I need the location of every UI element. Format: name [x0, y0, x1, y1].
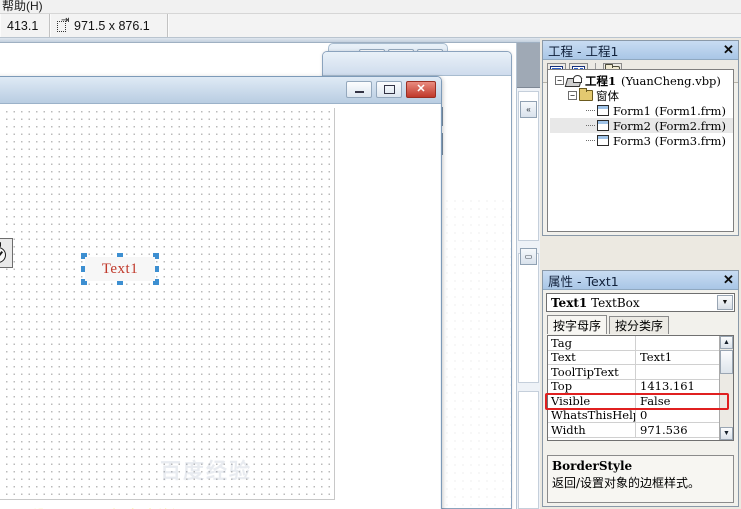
tab-alphabetic[interactable]: 按字母序 — [547, 315, 608, 334]
tree-line — [586, 110, 595, 111]
object-selector-combo[interactable]: Text1 TextBox ▼ — [546, 293, 735, 312]
form-icon — [597, 105, 609, 116]
properties-panel: 属性 - Text1 ✕ Text1 TextBox ▼ 按字母序 按分类序 T… — [542, 270, 739, 507]
close-icon[interactable]: ✕ — [721, 42, 736, 58]
form-designer-titlebar[interactable]: ✕ — [0, 77, 441, 104]
tree-item-form3[interactable]: Form3 (Form3.frm) — [550, 133, 733, 148]
tree-line — [586, 125, 595, 126]
project-explorer-title: 工程 - 工程1 — [548, 43, 619, 59]
object-selector-name: Text1 — [551, 295, 588, 310]
form-icon — [597, 120, 609, 131]
status-bar: 413.1 971.5 x 876.1 — [0, 14, 741, 38]
tree-item-forms-label: 窗体 — [596, 88, 619, 103]
scroll-up-icon[interactable]: ▲ — [720, 336, 733, 349]
tree-item-project-file: (YuanCheng.vbp) — [621, 73, 721, 88]
restore-icon[interactable]: ▭ — [520, 248, 537, 265]
property-name: Width — [548, 423, 636, 437]
background-window-titlebar — [323, 52, 511, 76]
expander-icon[interactable]: − — [568, 91, 577, 100]
scrollbar-thumb[interactable] — [720, 350, 733, 374]
form-designer-body: Text1 车间电工组 设置 10S后 自动关闭 — [0, 104, 440, 509]
chevron-down-icon[interactable]: ▼ — [717, 295, 733, 310]
status-coordinate-cell: 413.1 — [0, 14, 50, 37]
collapse-icon[interactable]: « — [520, 101, 537, 118]
properties-grid[interactable]: Tag Text Text1 ToolTipText Top 1413.161 … — [547, 335, 734, 441]
strip-panel-lower — [518, 253, 539, 383]
timer-control[interactable] — [0, 238, 13, 268]
property-name: Tag — [548, 336, 636, 350]
property-name: ToolTipText — [548, 365, 636, 379]
close-icon[interactable]: ✕ — [406, 81, 436, 98]
textbox-control-selected[interactable]: Text1 — [81, 253, 159, 285]
folder-icon — [579, 88, 593, 101]
minimize-icon[interactable] — [346, 81, 372, 98]
properties-scrollbar[interactable]: ▲ ▼ — [719, 336, 733, 440]
docked-side-strip: « ▭ — [516, 43, 540, 509]
property-name: Top — [548, 379, 636, 393]
mdi-workspace: ✕ ▼ ▲ ✕ — [0, 43, 540, 509]
property-row-width[interactable]: Width 971.536 — [548, 423, 733, 438]
form-designer-window[interactable]: ✕ Text1 — [0, 76, 442, 509]
object-selector-type: TextBox — [591, 295, 640, 310]
form-design-surface[interactable]: Text1 车间电工组 设置 10S后 自动关闭 — [0, 108, 335, 509]
coordinate-value: 413.1 — [7, 18, 39, 33]
property-row-top[interactable]: Top 1413.161 — [548, 379, 733, 394]
tree-item-project-name: 工程1 — [585, 73, 617, 88]
tree-item-form3-label: Form3 (Form3.frm) — [613, 133, 726, 148]
resize-icon — [57, 15, 71, 32]
properties-tabs: 按字母序 按分类序 — [547, 315, 738, 334]
menu-item-help[interactable]: 帮助(H) — [2, 0, 43, 13]
property-row-visible[interactable]: Visible False — [548, 394, 733, 409]
properties-titlebar[interactable]: 属性 - Text1 ✕ — [543, 271, 738, 290]
status-size-cell: 971.5 x 876.1 — [50, 14, 168, 37]
property-description-body: 返回/设置对象的边框样式。 — [552, 476, 701, 490]
tree-item-form1[interactable]: Form1 (Form1.frm) — [550, 103, 733, 118]
strip-panel-bottom — [518, 391, 539, 509]
tree-item-form2-label: Form2 (Form2.frm) — [613, 118, 726, 133]
textbox-text: Text1 — [101, 260, 139, 277]
tree-item-forms-folder[interactable]: − 窗体 — [550, 88, 733, 103]
tree-item-form1-label: Form1 (Form1.frm) — [613, 103, 726, 118]
right-dock: 工程 - 工程1 ✕ − 工程1 (YuanCheng.vbp) − 窗体 Fo… — [540, 38, 741, 509]
project-tree[interactable]: − 工程1 (YuanCheng.vbp) − 窗体 Form1 (Form1.… — [547, 69, 734, 232]
menu-bar: 帮助(H) — [0, 0, 741, 14]
textbox-body[interactable]: Text1 — [85, 257, 155, 281]
property-row-text[interactable]: Text Text1 — [548, 350, 733, 365]
form-window-controls: ✕ — [346, 81, 436, 98]
properties-title: 属性 - Text1 — [548, 273, 619, 289]
project-explorer-panel: 工程 - 工程1 ✕ − 工程1 (YuanCheng.vbp) − 窗体 Fo… — [542, 40, 739, 236]
close-icon[interactable]: ✕ — [721, 272, 736, 288]
stopwatch-icon — [0, 242, 9, 264]
object-selector-value: Text1 TextBox — [551, 296, 640, 310]
tree-item-form2[interactable]: Form2 (Form2.frm) — [550, 118, 733, 133]
property-description: BorderStyle 返回/设置对象的边框样式。 — [547, 455, 734, 503]
property-name: Text — [548, 350, 636, 364]
property-row-tag[interactable]: Tag — [548, 336, 733, 351]
form-icon — [597, 135, 609, 146]
property-name: Visible — [548, 394, 636, 408]
tree-item-project[interactable]: − 工程1 (YuanCheng.vbp) — [550, 73, 733, 88]
property-row-tooltiptext[interactable]: ToolTipText — [548, 365, 733, 380]
size-value: 971.5 x 876.1 — [74, 18, 150, 33]
expander-icon[interactable]: − — [555, 76, 564, 85]
tab-categorized[interactable]: 按分类序 — [609, 316, 670, 334]
project-icon — [566, 74, 582, 87]
status-empty-cell — [168, 14, 741, 37]
vb6-ide-window: 帮助(H) 413.1 971.5 x 876.1 ✕ ▼ — [0, 0, 741, 509]
tree-line — [586, 140, 595, 141]
property-description-title: BorderStyle — [552, 459, 633, 473]
strip-header — [517, 43, 540, 88]
property-name: WhatsThisHelpID — [548, 408, 636, 422]
scroll-down-icon[interactable]: ▼ — [720, 427, 733, 440]
maximize-icon[interactable] — [376, 81, 402, 98]
project-explorer-titlebar[interactable]: 工程 - 工程1 ✕ — [543, 41, 738, 60]
property-row-whatsthishelpid[interactable]: WhatsThisHelpID 0 — [548, 408, 733, 423]
